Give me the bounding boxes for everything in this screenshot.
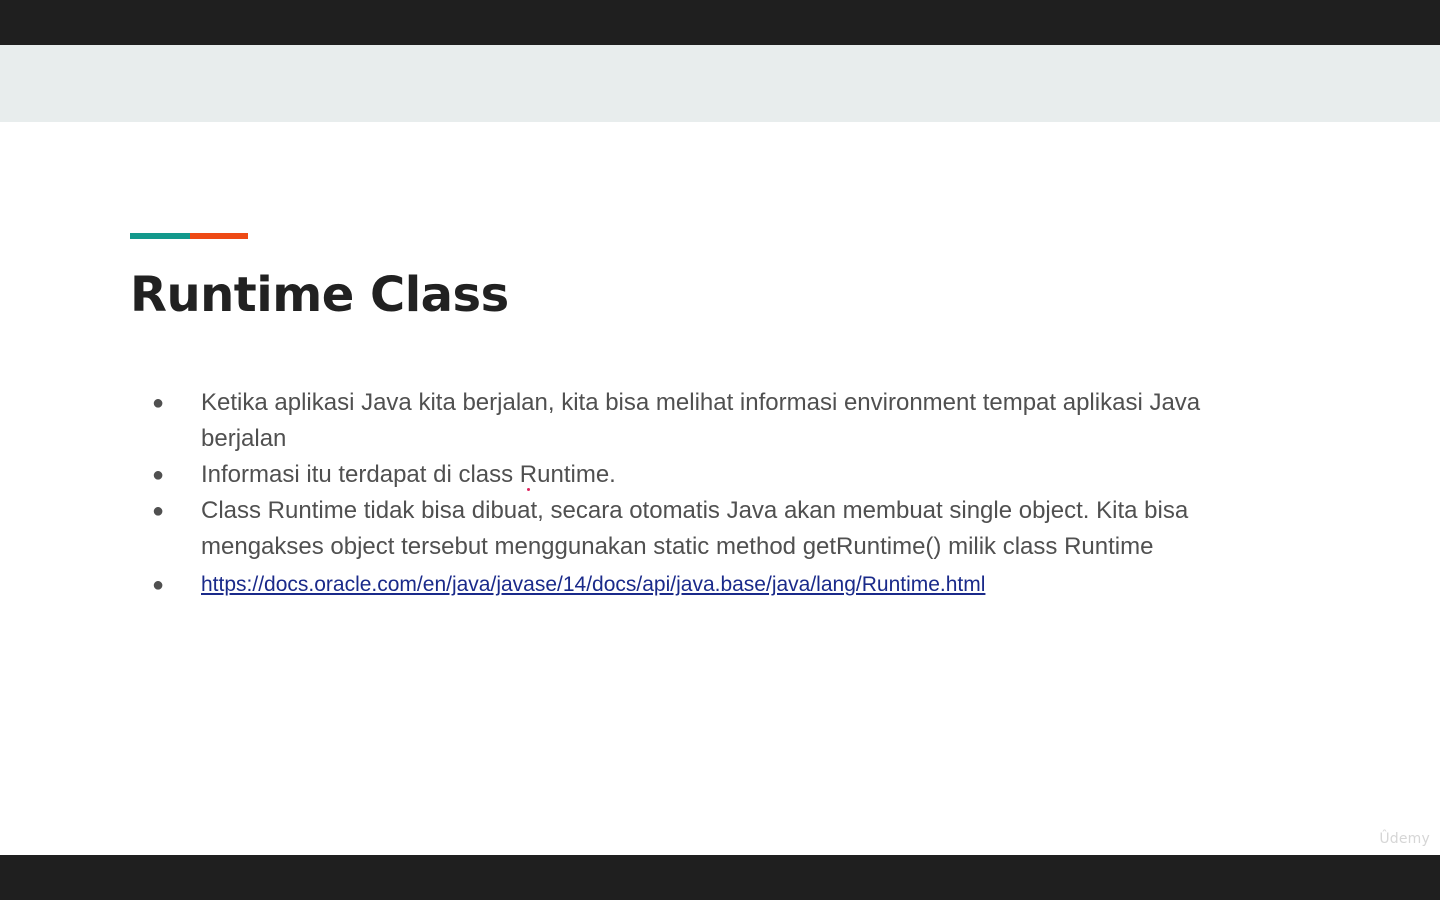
accent-bar-orange bbox=[190, 233, 248, 239]
bullet-item-link: ● https://docs.oracle.com/en/java/javase… bbox=[150, 567, 1290, 603]
video-letterbox-top bbox=[0, 0, 1440, 45]
bullet-dot-icon: ● bbox=[152, 500, 165, 522]
bullet-item: ● Ketika aplikasi Java kita berjalan, ki… bbox=[150, 385, 1290, 457]
bullet-item: ● Class Runtime tidak bisa dibuat, secar… bbox=[150, 493, 1290, 565]
bullet-dot-icon: ● bbox=[152, 464, 165, 486]
bullet-list: ● Ketika aplikasi Java kita berjalan, ki… bbox=[150, 385, 1290, 603]
video-letterbox-bottom bbox=[0, 855, 1440, 900]
title-accent-bar bbox=[130, 233, 248, 239]
accent-bar-teal bbox=[130, 233, 190, 239]
bullet-text: Informasi itu terdapat di class Runtime. bbox=[201, 461, 616, 488]
slide-header-band bbox=[0, 45, 1440, 122]
bullet-text: Ketika aplikasi Java kita berjalan, kita… bbox=[201, 389, 1201, 452]
bullet-item: ● Informasi itu terdapat di class Runtim… bbox=[150, 457, 1290, 493]
bullet-dot-icon: ● bbox=[152, 574, 165, 596]
runtime-docs-link[interactable]: https://docs.oracle.com/en/java/javase/1… bbox=[201, 573, 985, 596]
slide-title: Runtime Class bbox=[130, 267, 509, 323]
bullet-text: Class Runtime tidak bisa dibuat, secara … bbox=[201, 497, 1189, 560]
laser-pointer-dot bbox=[527, 488, 530, 491]
presentation-slide: Runtime Class ● Ketika aplikasi Java kit… bbox=[0, 45, 1440, 855]
bullet-dot-icon: ● bbox=[152, 392, 165, 414]
udemy-watermark: Ûdemy bbox=[1379, 831, 1430, 847]
